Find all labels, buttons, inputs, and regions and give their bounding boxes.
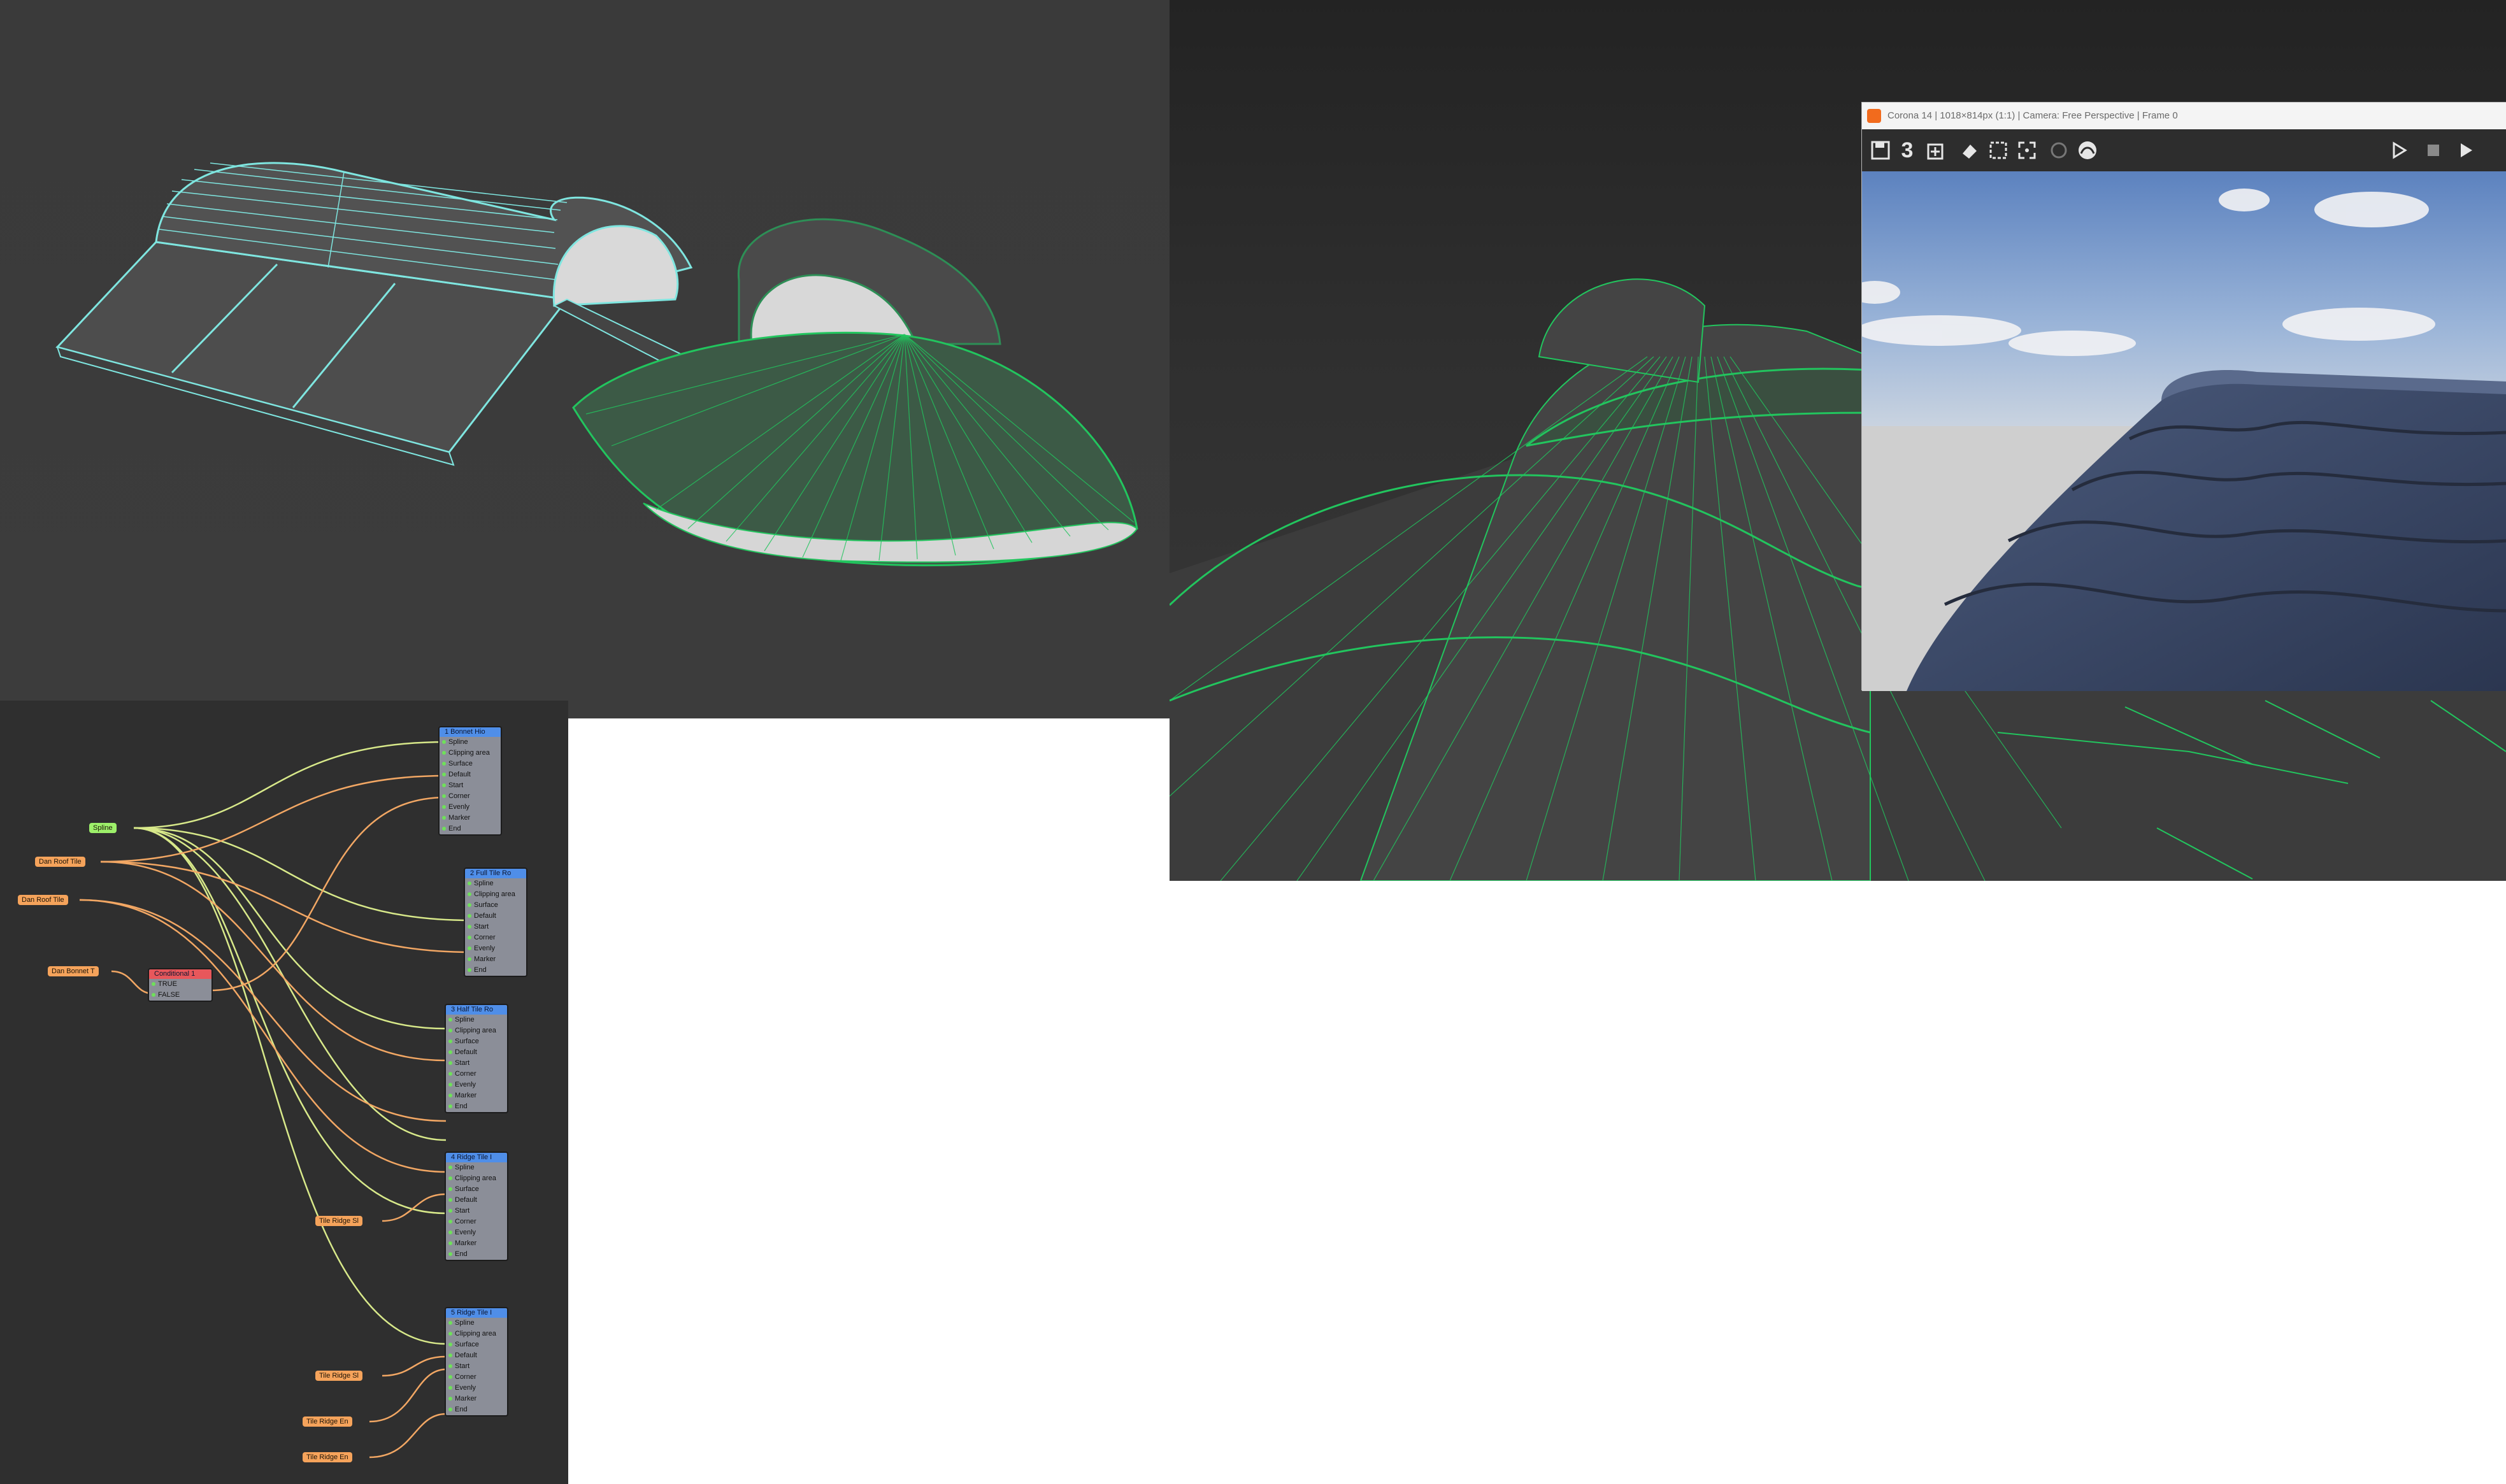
node-input: Evenly [440,802,501,813]
node-input: Start [446,1206,507,1216]
node-input: Corner [465,932,526,943]
node-input: Marker [465,954,526,965]
region-select-icon[interactable] [1986,138,2010,162]
interactive-icon[interactable] [2075,138,2100,162]
node-input: Corner [446,1069,507,1080]
conditional-node[interactable]: Conditional 1 TRUE FALSE [148,968,213,1002]
node-input: Surface [465,900,526,911]
render-window-toolbar: 3 [1862,129,2506,171]
render-window[interactable]: Corona 14 | 1018×814px (1:1) | Camera: F… [1861,102,2506,691]
viewport-left[interactable] [0,0,1170,718]
node-input: Surface [446,1036,507,1047]
node-input: Default [440,769,501,780]
save-icon[interactable] [1868,138,1893,162]
node-full-tile-title: 2 Full Tile Ro [465,869,526,878]
node-input: Marker [446,1394,507,1404]
node-input: Clipping area [465,889,526,900]
node-input: Spline [465,878,526,889]
node-bonnet[interactable]: 1 Bonnet Hio Spline Clipping area Surfac… [438,726,502,836]
history-count[interactable]: 3 [1895,138,1919,162]
render-icon[interactable] [2454,138,2479,162]
conditional-row-true: TRUE [149,979,211,990]
node-ridge-tile-1-title: 4 Ridge Tile I [446,1153,507,1162]
node-input: Spline [446,1318,507,1329]
node-input: Clipping area [446,1173,507,1184]
source-tile-ridge-sl-1[interactable]: Tile Ridge Sl [315,1216,362,1226]
source-tile-ridge-sl-2[interactable]: Tile Ridge Sl [315,1371,362,1381]
node-input: Corner [440,791,501,802]
node-graph[interactable]: Spline Dan Roof Tile Dan Roof Tile Dan B… [0,701,568,1484]
node-input: Default [446,1195,507,1206]
node-input: Corner [446,1372,507,1383]
node-input: Start [440,780,501,791]
conditional-row-false: FALSE [149,990,211,1001]
play-icon[interactable] [2387,138,2411,162]
node-input: Spline [446,1015,507,1025]
add-history-icon[interactable] [1924,138,1949,162]
stop-icon[interactable] [2421,138,2445,162]
render-canvas[interactable] [1862,171,2506,691]
node-input: Evenly [465,943,526,954]
viewport-left-scene [55,162,1138,567]
render-image [1862,171,2506,691]
source-tile-ridge-en-2[interactable]: Tile Ridge En [303,1452,352,1462]
node-full-tile[interactable]: 2 Full Tile Ro Spline Clipping area Surf… [464,867,527,977]
fit-icon[interactable] [2015,138,2039,162]
node-input: Start [465,922,526,932]
node-input: End [465,965,526,976]
node-input: Spline [446,1162,507,1173]
node-input: Spline [440,737,501,748]
node-input: Corner [446,1216,507,1227]
node-ridge-tile-2[interactable]: 5 Ridge Tile I Spline Clipping area Surf… [445,1307,508,1416]
node-input: Surface [440,759,501,769]
node-input: Start [446,1361,507,1372]
node-input: Evenly [446,1383,507,1394]
render-window-title: Corona 14 | 1018×814px (1:1) | Camera: F… [1887,110,2178,121]
conditional-title: Conditional 1 [149,969,211,979]
node-input: Default [465,911,526,922]
node-input: Marker [446,1090,507,1101]
node-input: Clipping area [440,748,501,759]
node-input: End [446,1249,507,1260]
node-bonnet-title: 1 Bonnet Hio [440,727,501,737]
source-tile-ridge-en-1[interactable]: Tile Ridge En [303,1416,352,1427]
source-spline[interactable]: Spline [89,823,117,833]
node-input: End [446,1101,507,1112]
node-input: Evenly [446,1227,507,1238]
node-input: End [446,1404,507,1415]
source-dan-roof-tile-1[interactable]: Dan Roof Tile [35,857,85,867]
node-input: Default [446,1350,507,1361]
node-input: Start [446,1058,507,1069]
clear-icon[interactable] [1958,138,1982,162]
node-half-tile[interactable]: 3 Half Tile Ro Spline Clipping area Surf… [445,1004,508,1113]
node-input: Clipping area [446,1025,507,1036]
node-input: Default [446,1047,507,1058]
node-half-tile-title: 3 Half Tile Ro [446,1005,507,1015]
corona-logo-icon [1867,109,1881,123]
node-input: End [440,824,501,834]
render-window-titlebar[interactable]: Corona 14 | 1018×814px (1:1) | Camera: F… [1862,103,2506,129]
node-input: Clipping area [446,1329,507,1339]
node-input: Evenly [446,1080,507,1090]
node-ridge-tile-2-title: 5 Ridge Tile I [446,1308,507,1318]
node-input: Surface [446,1339,507,1350]
source-dan-roof-tile-2[interactable]: Dan Roof Tile [18,895,68,905]
node-input: Marker [440,813,501,824]
node-input: Surface [446,1184,507,1195]
refresh-icon[interactable] [2047,138,2071,162]
source-dan-bonnet[interactable]: Dan Bonnet T [48,966,99,976]
node-ridge-tile-1[interactable]: 4 Ridge Tile I Spline Clipping area Surf… [445,1152,508,1261]
node-input: Marker [446,1238,507,1249]
